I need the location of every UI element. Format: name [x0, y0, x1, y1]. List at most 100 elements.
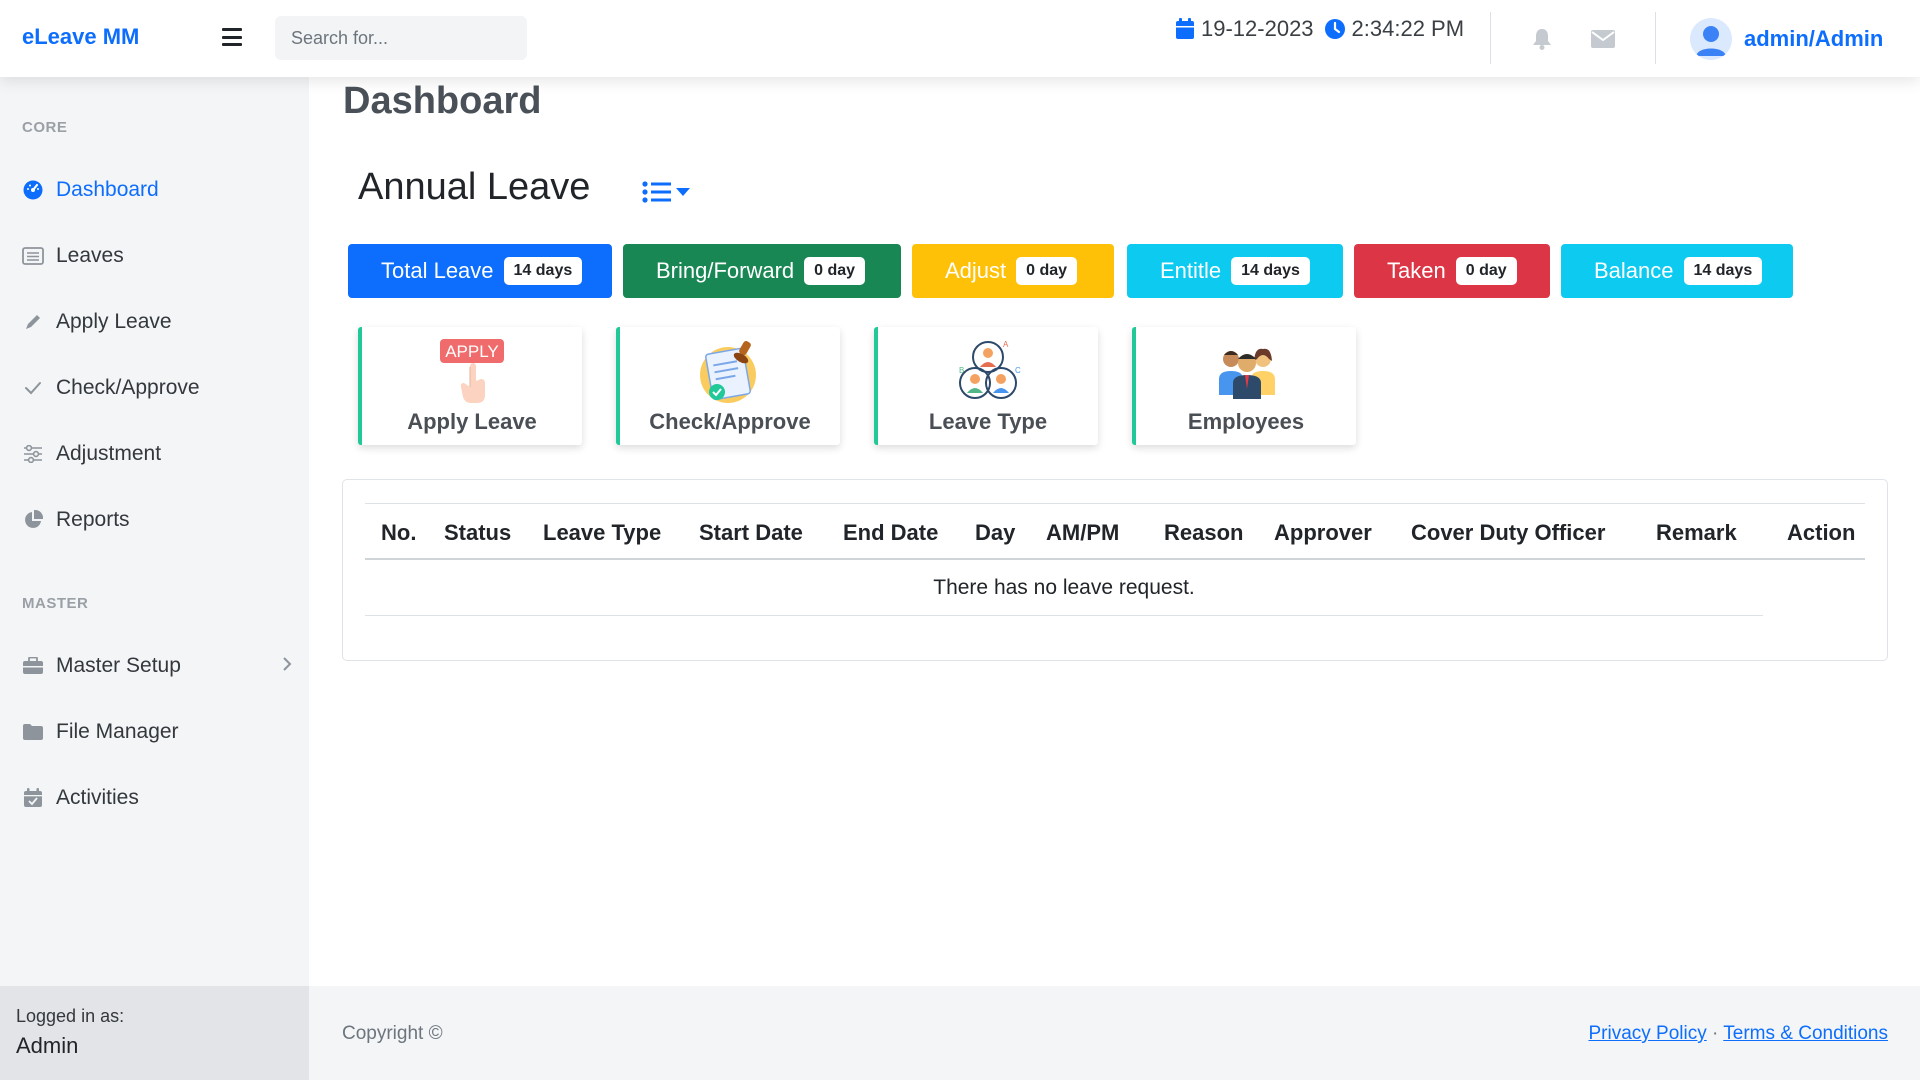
column-header[interactable]: Cover Duty Officer [1411, 520, 1605, 546]
logged-in-label: Logged in as: [16, 1006, 125, 1026]
sidebar-item-label: Master Setup [56, 654, 181, 677]
stat-total-leave[interactable]: Total Leave 14 days [348, 244, 612, 298]
sidebar-toggle-button[interactable] [222, 28, 242, 46]
empty-table-message: There has no leave request. [365, 560, 1763, 616]
sidebar-footer: Logged in as: Admin [0, 986, 309, 1080]
sidebar-item-label: File Manager [56, 720, 179, 743]
stat-label: Balance [1594, 258, 1674, 283]
sidebar-item-apply-leave[interactable]: Apply Leave [22, 302, 292, 342]
sidebar-item-label: Apply Leave [56, 310, 172, 333]
sidebar-item-file-manager[interactable]: File Manager [22, 712, 292, 752]
sidebar-item-check-approve[interactable]: Check/Approve [22, 368, 292, 408]
column-header[interactable]: End Date [843, 520, 938, 546]
quick-link-label: Check/Approve [649, 409, 811, 434]
leave-requests-table: No. Status Leave Type Start Date End Dat… [342, 479, 1888, 661]
stat-badge: 0 day [1455, 257, 1517, 285]
quick-link-label: Apply Leave [407, 409, 537, 434]
logged-in-user: Admin [16, 1033, 79, 1058]
svg-text:C: C [1015, 366, 1021, 375]
sidebar-heading-core: CORE [22, 119, 68, 136]
column-header[interactable]: Action [1787, 520, 1855, 546]
footer-links: Privacy Policy · Terms & Conditions [1588, 1023, 1888, 1045]
column-header[interactable]: Leave Type [543, 520, 661, 546]
navbar-divider [1490, 12, 1491, 64]
column-header[interactable]: AM/PM [1046, 520, 1119, 546]
column-header[interactable]: Status [444, 520, 511, 546]
table-header: No. Status Leave Type Start Date End Dat… [365, 503, 1865, 560]
quick-link-employees[interactable]: Employees [1132, 327, 1356, 445]
user-avatar-icon [1690, 18, 1732, 60]
sidebar-item-leaves[interactable]: Leaves [22, 236, 292, 276]
column-header[interactable]: Remark [1656, 520, 1737, 546]
hamburger-line [222, 28, 242, 31]
page-title: Dashboard [343, 80, 542, 122]
hamburger-line [222, 35, 242, 39]
sidebar-item-master-setup[interactable]: Master Setup [22, 646, 292, 686]
quick-link-check-approve[interactable]: Check/Approve [616, 327, 840, 445]
privacy-policy-link[interactable]: Privacy Policy [1588, 1023, 1706, 1044]
check-icon [22, 378, 44, 398]
sidebar-item-label: Adjustment [56, 442, 162, 465]
stat-adjust[interactable]: Adjust 0 day [912, 244, 1114, 298]
stat-label: Adjust [945, 258, 1007, 283]
calendar-icon [1176, 18, 1194, 39]
stat-entitle[interactable]: Entitle 14 days [1127, 244, 1343, 298]
sidebar-item-label: Activities [56, 786, 139, 809]
user-name[interactable]: admin/Admin [1744, 26, 1883, 52]
tachometer-icon [22, 180, 44, 200]
terms-conditions-link[interactable]: Terms & Conditions [1723, 1023, 1888, 1044]
stat-badge: 0 day [804, 257, 866, 285]
date-text: 19-12-2023 [1201, 16, 1314, 41]
quick-link-label: Leave Type [928, 409, 1048, 434]
svg-text:A: A [1003, 340, 1009, 349]
stat-badge: 14 days [1231, 257, 1310, 285]
bell-icon[interactable] [1532, 28, 1552, 50]
sidebar: CORE Dashboard Leaves Apply Leave Check/… [0, 77, 309, 1080]
sidebar-item-label: Dashboard [56, 178, 159, 201]
user-menu[interactable]: admin/Admin [1690, 18, 1883, 60]
stat-taken[interactable]: Taken 0 day [1354, 244, 1550, 298]
search-input[interactable] [275, 16, 527, 60]
sidebar-item-adjustment[interactable]: Adjustment [22, 434, 292, 474]
time-display: 2:34:22 PM [1324, 16, 1465, 42]
pie-chart-icon [22, 510, 44, 530]
sidebar-item-label: Check/Approve [56, 376, 200, 399]
stat-label: Total Leave [381, 258, 494, 283]
sidebar-item-reports[interactable]: Reports [22, 500, 292, 540]
clock-icon [1324, 19, 1345, 39]
sidebar-item-dashboard[interactable]: Dashboard [22, 170, 292, 210]
caret-down-icon [676, 188, 690, 196]
quick-link-apply-leave[interactable]: APPLY Apply Leave [358, 327, 582, 445]
column-header[interactable]: Reason [1164, 520, 1243, 546]
brand-logo[interactable]: eLeave MM [22, 24, 139, 50]
datetime-display: 19-12-2023 2:34:22 PM [1175, 16, 1464, 42]
stat-bring-forward[interactable]: Bring/Forward 0 day [623, 244, 901, 298]
navbar-divider [1655, 12, 1656, 64]
column-header[interactable]: No. [381, 520, 416, 546]
stat-badge: 0 day [1016, 257, 1078, 285]
stat-label: Bring/Forward [656, 258, 795, 283]
sliders-icon [22, 445, 44, 463]
time-text: 2:34:22 PM [1351, 16, 1465, 41]
column-header[interactable]: Approver [1274, 520, 1372, 546]
footer-separator: · [1712, 1023, 1719, 1044]
sidebar-item-activities[interactable]: Activities [22, 778, 292, 818]
chevron-right-icon [282, 654, 292, 678]
employees-icon [1219, 348, 1275, 399]
team-network-icon: A B C [959, 340, 1021, 399]
calendar-check-icon [22, 788, 44, 808]
document-stamp-icon [700, 341, 756, 403]
date-display: 19-12-2023 [1175, 16, 1314, 42]
folder-icon [22, 723, 44, 741]
list-view-dropdown[interactable] [642, 180, 690, 204]
avatar [1690, 18, 1732, 60]
hamburger-line [222, 43, 242, 46]
column-header[interactable]: Day [975, 520, 1015, 546]
stat-balance[interactable]: Balance 14 days [1561, 244, 1793, 298]
list-icon [22, 247, 44, 265]
column-header[interactable]: Start Date [699, 520, 803, 546]
quick-link-leave-type[interactable]: A B C Leave Type [874, 327, 1098, 445]
stat-badge: 14 days [1683, 257, 1763, 285]
envelope-icon[interactable] [1591, 30, 1615, 48]
stat-label: Taken [1387, 258, 1446, 283]
